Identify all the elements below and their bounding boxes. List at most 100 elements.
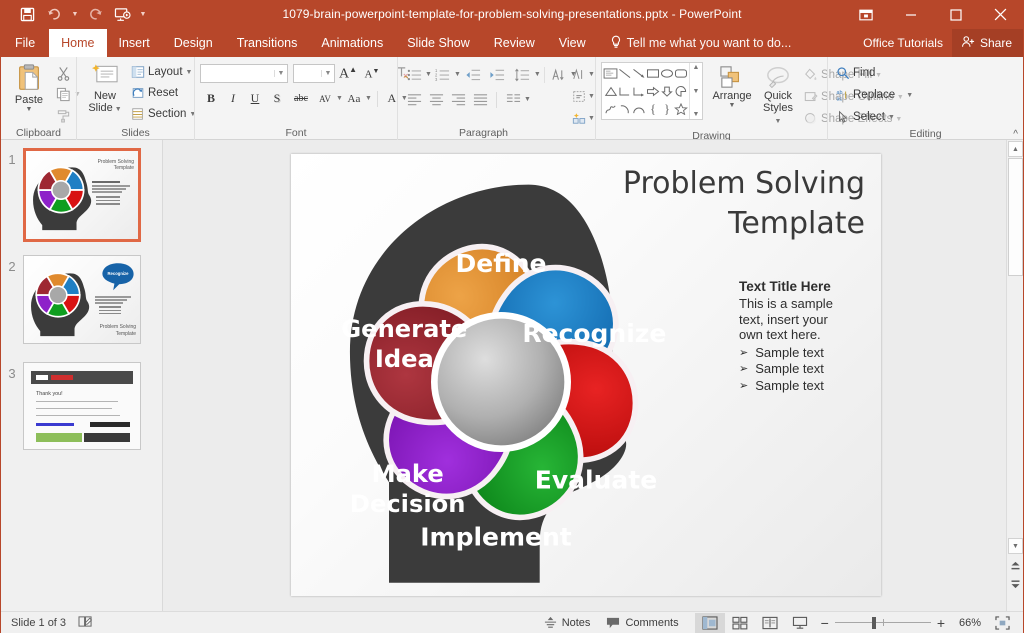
select-dropdown-icon[interactable]: ▼ — [888, 114, 895, 121]
shapes-gallery[interactable]: { } ▲ ▼ ▼ — [601, 62, 703, 120]
share-button[interactable]: Share — [952, 29, 1023, 57]
zoom-slider-handle[interactable] — [872, 617, 876, 629]
ribbon-display-options-icon[interactable] — [843, 0, 888, 29]
underline-icon[interactable]: U — [244, 88, 266, 109]
text-orientation-icon[interactable] — [569, 64, 588, 85]
align-text-dropdown-icon[interactable]: ▼ — [588, 93, 595, 100]
shape-right-brace-icon[interactable]: } — [660, 100, 674, 118]
tab-view[interactable]: View — [547, 29, 598, 57]
zoom-slider[interactable] — [835, 617, 931, 629]
shape-down-arrow-icon[interactable] — [660, 82, 674, 100]
shape-textbox-icon[interactable] — [603, 64, 618, 82]
shape-pie-icon[interactable] — [674, 82, 688, 100]
maximize-button[interactable] — [933, 0, 978, 29]
previous-slide-button[interactable] — [1008, 558, 1023, 574]
paste-button[interactable]: Paste ▼ — [6, 60, 52, 113]
tab-design[interactable]: Design — [162, 29, 225, 57]
zoom-in-button[interactable]: + — [937, 617, 945, 629]
cut-icon[interactable] — [52, 63, 74, 84]
text-orientation-dropdown-icon[interactable]: ▼ — [588, 71, 595, 78]
shape-scribble-icon[interactable] — [603, 100, 618, 118]
slide-sorter-view-button[interactable] — [725, 613, 755, 633]
line-spacing-dropdown-icon[interactable]: ▼ — [534, 71, 541, 78]
arrange-button[interactable]: Arrange ▼ — [709, 62, 755, 109]
format-painter-icon[interactable] — [52, 105, 74, 126]
office-tutorials-link[interactable]: Office Tutorials — [854, 29, 952, 57]
reading-view-button[interactable] — [755, 613, 785, 633]
character-spacing-icon[interactable]: AV — [314, 88, 336, 109]
thumbnail-frame-2[interactable]: Recognize Problem SolvingTemplate — [23, 255, 141, 344]
scroll-down-button[interactable]: ▼ — [1008, 538, 1023, 554]
vertical-scrollbar[interactable]: ▲ ▼ — [1006, 140, 1023, 611]
slide-show-view-button[interactable] — [785, 613, 815, 633]
shape-elbow-connector-icon[interactable] — [618, 82, 632, 100]
strikethrough-icon[interactable]: abc — [288, 88, 314, 109]
thumbnail-frame-3[interactable]: Thank you! — [23, 362, 141, 450]
align-left-icon[interactable] — [403, 89, 425, 110]
layout-button[interactable]: Layout ▼ — [128, 62, 199, 82]
numbering-dropdown-icon[interactable]: ▼ — [454, 71, 461, 78]
shape-star-icon[interactable] — [674, 100, 688, 118]
zoom-control[interactable]: − + — [815, 617, 951, 629]
font-name-dropdown-icon[interactable]: ▼ — [274, 70, 287, 77]
align-right-icon[interactable] — [447, 89, 469, 110]
change-case-dropdown-icon[interactable]: ▼ — [365, 95, 372, 102]
shape-left-brace-icon[interactable]: { — [646, 100, 660, 118]
shape-triangle-icon[interactable] — [603, 82, 618, 100]
shape-right-arrow-icon[interactable] — [646, 82, 660, 100]
shape-rounded-rectangle-icon[interactable] — [674, 64, 688, 82]
notes-button[interactable]: Notes — [536, 613, 599, 633]
shapes-scroll-up-icon[interactable]: ▲ — [693, 64, 700, 71]
bullets-icon[interactable] — [403, 64, 425, 85]
thumbnail-slide-3[interactable]: 3 Thank you! — [1, 362, 141, 450]
tab-animations[interactable]: Animations — [309, 29, 395, 57]
arrange-dropdown-icon[interactable]: ▼ — [729, 102, 736, 109]
shape-oval-icon[interactable] — [660, 64, 674, 82]
collapse-ribbon-icon[interactable]: ^ — [1013, 129, 1018, 140]
slide-canvas[interactable]: Define Recognize Evaluate Implement Make… — [291, 154, 881, 596]
replace-button[interactable]: abac Replace ▼ — [833, 85, 916, 105]
notes-page-icon[interactable] — [78, 615, 93, 631]
zoom-level[interactable]: 66% — [951, 617, 981, 629]
shapes-gallery-scrollbar[interactable]: ▲ ▼ ▼ — [689, 63, 702, 119]
comments-button[interactable]: Comments — [598, 613, 686, 633]
change-case-icon[interactable]: Aa — [343, 88, 365, 109]
bold-icon[interactable]: B — [200, 88, 222, 109]
select-button[interactable]: Select ▼ — [833, 107, 898, 127]
text-direction-icon[interactable] — [548, 64, 570, 85]
slide-editing-area[interactable]: Define Recognize Evaluate Implement Make… — [163, 140, 1006, 611]
tab-insert[interactable]: Insert — [107, 29, 162, 57]
thumbnail-slide-2[interactable]: 2 — [1, 255, 141, 344]
find-button[interactable]: Find — [833, 63, 878, 83]
slide-thumbnails-pane[interactable]: 1 — [1, 140, 163, 611]
zoom-out-button[interactable]: − — [821, 617, 829, 629]
new-slide-button[interactable]: NewSlide ▼ — [82, 60, 128, 115]
numbering-icon[interactable]: 123 — [432, 64, 454, 85]
slide-text-block[interactable]: Text Title Here This is a sample text, i… — [739, 278, 881, 394]
shape-elbow-arrow-icon[interactable] — [632, 82, 646, 100]
columns-icon[interactable] — [502, 89, 524, 110]
line-spacing-icon[interactable] — [512, 64, 534, 85]
font-name-input[interactable]: ▼ — [200, 64, 288, 83]
copy-icon[interactable] — [52, 84, 74, 105]
shape-curve-icon[interactable] — [632, 100, 646, 118]
tell-me-search[interactable]: Tell me what you want to do... — [598, 29, 802, 57]
shape-line-arrow-icon[interactable] — [632, 64, 646, 82]
tab-slide-show[interactable]: Slide Show — [395, 29, 482, 57]
text-shadow-icon[interactable]: S — [266, 88, 288, 109]
shapes-more-icon[interactable]: ▼ — [693, 111, 700, 118]
convert-to-smartart-icon[interactable] — [569, 108, 588, 129]
justify-icon[interactable] — [469, 89, 491, 110]
scrollbar-thumb[interactable] — [1008, 158, 1023, 276]
next-slide-button[interactable] — [1008, 576, 1023, 592]
scroll-up-button[interactable]: ▲ — [1008, 141, 1023, 157]
paste-dropdown-icon[interactable]: ▼ — [26, 106, 33, 113]
section-button[interactable]: Section ▼ — [128, 104, 199, 124]
tab-home[interactable]: Home — [49, 29, 106, 57]
align-text-icon[interactable] — [569, 86, 588, 107]
italic-icon[interactable]: I — [222, 88, 244, 109]
increase-font-size-icon[interactable]: A▲ — [337, 63, 359, 84]
font-size-input[interactable]: ▼ — [293, 64, 335, 83]
replace-dropdown-icon[interactable]: ▼ — [906, 92, 913, 99]
decrease-font-size-icon[interactable]: A▼ — [361, 63, 383, 84]
